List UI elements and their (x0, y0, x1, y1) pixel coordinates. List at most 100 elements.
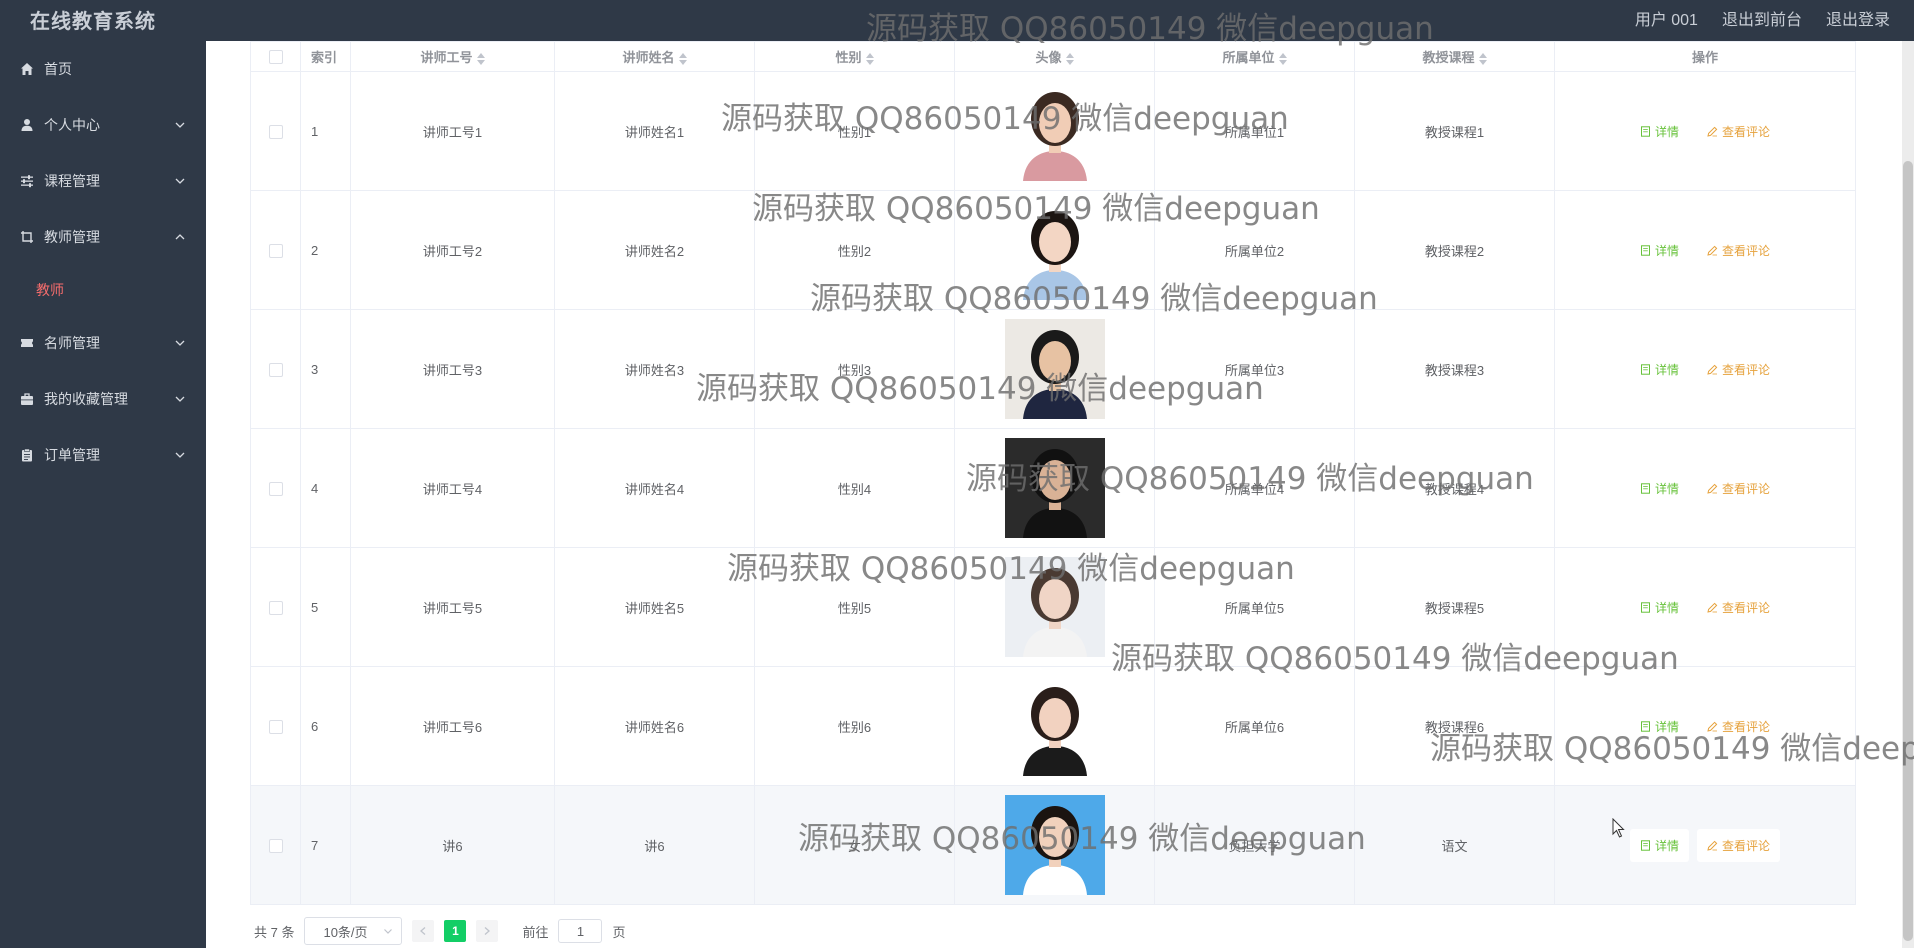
table-row[interactable]: 2 讲师工号2 讲师姓名2 性别2 所属单位2 教授课程2 详情 查看评论 (250, 190, 1856, 310)
exit-to-front-link[interactable]: 退出到前台 (1722, 6, 1802, 30)
goto-page-input[interactable] (558, 919, 603, 943)
sidebar-item-personal-center[interactable]: 个人中心 (0, 97, 206, 153)
edit-icon (1707, 364, 1718, 375)
cell-gender: 性别2 (754, 190, 955, 310)
cell-gender: 女 (754, 785, 955, 905)
page-number-button[interactable]: 1 (444, 920, 467, 942)
view-review-button[interactable]: 查看评论 (1697, 710, 1780, 743)
cell-actions: 详情 查看评论 (1554, 309, 1856, 429)
cell-course: 教授课程4 (1354, 428, 1555, 548)
table-row[interactable]: 6 讲师工号6 讲师姓名6 性别6 所属单位6 教授课程6 详情 查看评论 (250, 666, 1856, 786)
sort-icon (865, 52, 874, 65)
avatar[interactable] (1004, 438, 1105, 538)
cell-avatar (954, 666, 1155, 786)
edit-icon (1707, 602, 1718, 613)
detail-button[interactable]: 详情 (1630, 591, 1689, 624)
select-all-checkbox[interactable] (268, 50, 283, 65)
document-icon (1640, 482, 1650, 494)
table-row[interactable]: 1 讲师工号1 讲师姓名1 性别1 所属单位1 教授课程1 详情 查看评论 (250, 71, 1856, 191)
cell-index: 7 (300, 785, 351, 905)
sort-icon (476, 52, 485, 65)
sidebar-item-favorites-management[interactable]: 我的收藏管理 (0, 371, 206, 427)
sidebar-item-teacher-management[interactable]: 教师管理 (0, 209, 206, 265)
row-select-cell (250, 666, 301, 786)
document-icon (1640, 839, 1650, 851)
avatar[interactable] (1004, 795, 1105, 895)
row-checkbox[interactable] (268, 481, 283, 496)
cell-actions: 详情 查看评论 (1554, 785, 1856, 905)
page-size-select[interactable]: 10条/页 (304, 917, 403, 945)
row-checkbox[interactable] (268, 243, 283, 258)
view-review-button[interactable]: 查看评论 (1697, 828, 1781, 862)
sidebar-item-label: 教师管理 (44, 229, 100, 245)
table-row[interactable]: 4 讲师工号4 讲师姓名4 性别4 所属单位4 教授课程4 详情 查看评论 (250, 428, 1856, 548)
sidebar-item-label: 个人中心 (44, 117, 100, 133)
row-checkbox[interactable] (268, 719, 283, 734)
top-bar: 在线教育系统 用户 001 退出到前台 退出登录 (0, 0, 1914, 41)
logout-link[interactable]: 退出登录 (1826, 6, 1890, 30)
mouse-cursor-icon (1612, 818, 1626, 838)
avatar[interactable] (1004, 319, 1105, 419)
cell-actions: 详情 查看评论 (1554, 428, 1856, 548)
column-header-avatar[interactable]: 头像 (954, 41, 1155, 72)
cell-index: 4 (300, 428, 351, 548)
sidebar-item-order-management[interactable]: 订单管理 (0, 427, 206, 483)
sidebar-item-famous-teacher-management[interactable]: 名师管理 (0, 315, 206, 371)
cell-actions: 详情 查看评论 (1554, 71, 1856, 191)
cell-teacher-name: 讲师姓名6 (554, 666, 755, 786)
detail-button[interactable]: 详情 (1630, 115, 1689, 148)
edit-icon (1707, 126, 1718, 137)
avatar[interactable] (1004, 200, 1105, 300)
view-review-button[interactable]: 查看评论 (1697, 115, 1780, 148)
cell-course: 教授课程2 (1354, 190, 1555, 310)
avatar[interactable] (1004, 676, 1105, 776)
view-review-button[interactable]: 查看评论 (1697, 591, 1780, 624)
view-review-button[interactable]: 查看评论 (1697, 234, 1780, 267)
chevron-down-icon (383, 924, 393, 939)
column-header-code[interactable]: 讲师工号 (350, 41, 555, 72)
cell-avatar (954, 71, 1155, 191)
row-checkbox[interactable] (268, 600, 283, 615)
column-header-name[interactable]: 讲师姓名 (554, 41, 755, 72)
cell-teacher-name: 讲师姓名4 (554, 428, 755, 548)
detail-button[interactable]: 详情 (1630, 710, 1689, 743)
scrollbar-thumb[interactable] (1903, 161, 1913, 941)
row-checkbox[interactable] (268, 838, 283, 853)
column-header-gender[interactable]: 性别 (754, 41, 955, 72)
chevron-down-icon (174, 119, 186, 131)
cell-avatar (954, 190, 1155, 310)
row-checkbox[interactable] (268, 362, 283, 377)
sidebar-item-course-management[interactable]: 课程管理 (0, 153, 206, 209)
user-name[interactable]: 用户 001 (1635, 6, 1698, 30)
avatar[interactable] (1004, 81, 1105, 181)
avatar[interactable] (1004, 557, 1105, 657)
detail-button[interactable]: 详情 (1630, 472, 1689, 505)
column-header-unit[interactable]: 所属单位 (1154, 41, 1355, 72)
sidebar-item-home[interactable]: 首页 (0, 41, 206, 97)
next-page-button[interactable] (476, 920, 499, 942)
detail-button[interactable]: 详情 (1630, 353, 1689, 386)
document-icon (1640, 363, 1650, 375)
table-row[interactable]: 3 讲师工号3 讲师姓名3 性别3 所属单位3 教授课程3 详情 查看评论 (250, 309, 1856, 429)
pagination: 共 7 条 10条/页 1 前往 页 (254, 917, 626, 945)
review-label: 查看评论 (1722, 243, 1771, 258)
detail-button[interactable]: 详情 (1629, 828, 1689, 862)
cell-teacher-name: 讲6 (554, 785, 755, 905)
column-header-course[interactable]: 教授课程 (1354, 41, 1555, 72)
cell-teacher-code: 讲师工号4 (350, 428, 555, 548)
row-checkbox[interactable] (268, 124, 283, 139)
row-select-cell (250, 190, 301, 310)
cell-course: 教授课程5 (1354, 547, 1555, 667)
table-row[interactable]: 7 讲6 讲6 女负担大学 语文 详情 查看评论 (250, 785, 1856, 905)
view-review-button[interactable]: 查看评论 (1697, 472, 1780, 505)
sidebar-subitem-teacher[interactable]: 教师 (0, 265, 206, 315)
column-header-label: 教授课程 (1422, 50, 1475, 65)
scrollbar-track[interactable] (1902, 41, 1914, 948)
cell-teacher-code: 讲师工号1 (350, 71, 555, 191)
cell-course: 教授课程3 (1354, 309, 1555, 429)
table-row[interactable]: 5 讲师工号5 讲师姓名5 性别5 所属单位5 教授课程5 详情 查看评论 (250, 547, 1856, 667)
prev-page-button[interactable] (412, 920, 435, 942)
chevron-down-icon (174, 337, 186, 349)
view-review-button[interactable]: 查看评论 (1697, 353, 1780, 386)
detail-button[interactable]: 详情 (1630, 234, 1689, 267)
